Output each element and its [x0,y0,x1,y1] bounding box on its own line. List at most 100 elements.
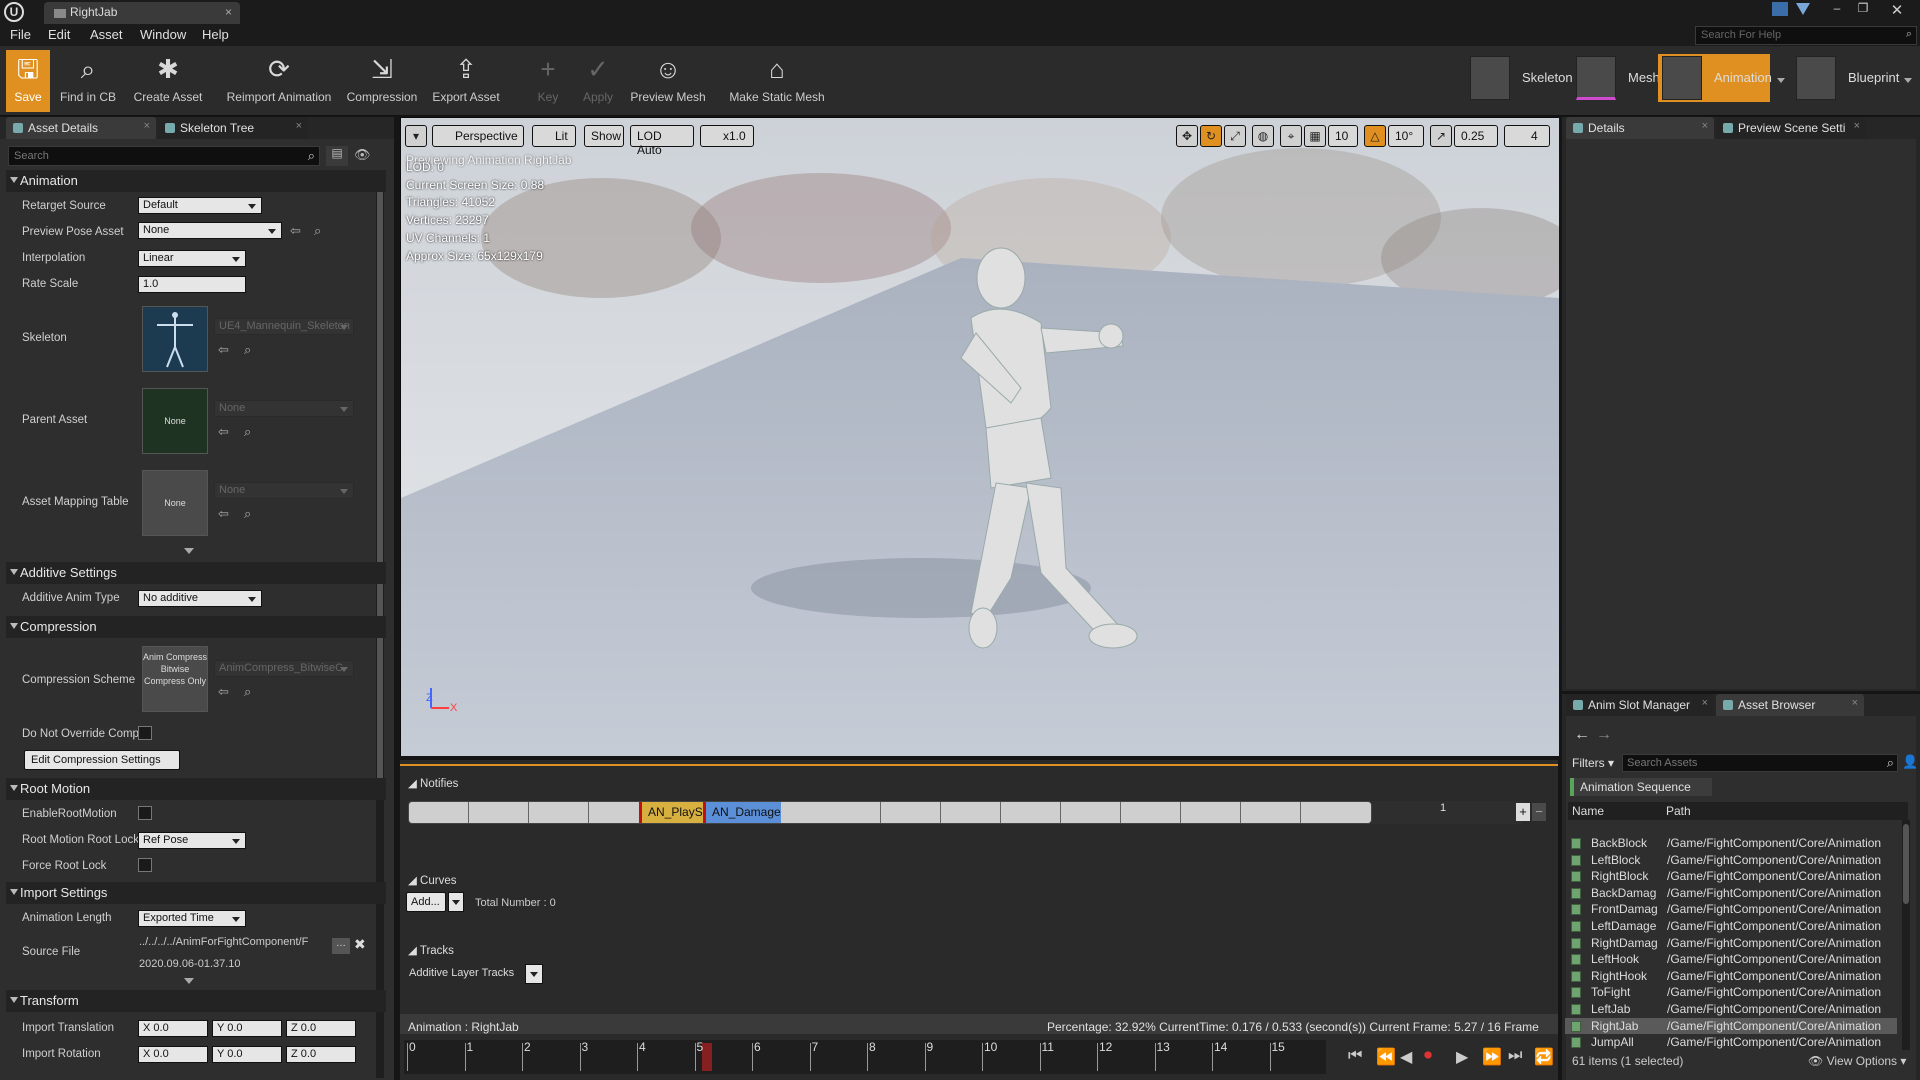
compression-scheme-combo[interactable]: AnimCompress_BitwiseC [214,660,354,677]
notification-icon[interactable] [1796,3,1810,15]
rotation-z-input[interactable]: Z 0.0 [286,1046,356,1063]
close-tab-icon[interactable]: × [225,5,232,19]
playback-speed-button[interactable]: x1.0 [700,125,754,147]
skeleton-mode-button[interactable]: Skeleton [1466,54,1573,102]
section-root-motion[interactable]: Root Motion [6,778,386,800]
close-tab-icon[interactable]: × [1702,697,1708,709]
reimport-animation-button[interactable]: ⟳ Reimport Animation [224,50,334,112]
preview-mesh-button[interactable]: ☺ Preview Mesh [628,50,708,112]
notify-play-sound[interactable]: AN_PlayS [639,802,703,823]
close-tab-icon[interactable]: × [1854,120,1860,132]
translation-x-input[interactable]: X 0.0 [138,1020,208,1037]
use-selected-arrow-icon[interactable]: ⇦ [218,342,229,358]
scale-tool-icon[interactable]: ⤢ [1224,125,1246,147]
play-forward-icon[interactable]: ▶ [1456,1047,1468,1067]
add-curve-dropdown[interactable] [448,892,464,912]
user-icon[interactable]: 👤 [1902,754,1918,770]
expand-import-icon[interactable] [184,978,194,984]
browse-icon[interactable]: ⌕ [314,223,321,239]
scrollbar-thumb[interactable] [377,172,383,782]
close-tab-icon[interactable]: × [296,120,302,132]
menu-window[interactable]: Window [140,27,186,42]
notify-segment[interactable] [1241,802,1301,823]
compression-scheme-thumbnail[interactable]: Anim Compress Bitwise Compress Only [142,646,208,712]
asset-row[interactable]: RightBlock/Game/FightComponent/Core/Anim… [1565,868,1897,885]
notify-segment[interactable] [469,802,529,823]
animation-length-combo[interactable]: Exported Time [138,910,246,927]
scrollbar-thumb[interactable] [1903,824,1909,904]
asset-row[interactable]: FrontDamag/Game/FightComponent/Core/Anim… [1565,901,1897,918]
mesh-mode-button[interactable]: Mesh [1572,54,1660,102]
retarget-source-combo[interactable]: Default [138,197,262,214]
loop-icon[interactable]: 🔁 [1534,1047,1554,1067]
tab-asset-details[interactable]: Asset Details × [6,117,156,139]
add-curve-button[interactable]: Add... [406,892,446,912]
asset-row[interactable]: BackDamag/Game/FightComponent/Core/Anima… [1565,885,1897,902]
close-tab-icon[interactable]: × [1702,120,1708,132]
help-search-input[interactable]: Search For Help ⌕ [1695,26,1917,45]
skip-to-start-icon[interactable]: ⏮ [1348,1047,1362,1065]
step-back-icon[interactable]: ⏪ [1376,1047,1396,1067]
search-assets-input[interactable]: Search Assets ⌕ [1622,754,1898,772]
enable-root-motion-checkbox[interactable] [138,806,152,820]
property-matrix-icon[interactable]: ▤ [326,146,348,166]
rotate-tool-icon[interactable]: ↻ [1200,125,1222,147]
rotation-y-input[interactable]: Y 0.0 [212,1046,282,1063]
notify-segment[interactable] [529,802,589,823]
notify-segment[interactable] [1061,802,1121,823]
tab-asset-browser[interactable]: Asset Browser × [1716,694,1864,716]
camera-speed-button[interactable]: 4 [1504,125,1550,147]
asset-mapping-thumbnail[interactable]: None [142,470,208,536]
notify-segment[interactable] [821,802,881,823]
view-options-button[interactable]: 👁 View Options ▾ [1808,1054,1906,1068]
column-path-header[interactable]: Path [1666,804,1691,818]
translate-tool-icon[interactable]: ✥ [1176,125,1198,147]
use-selected-arrow-icon[interactable]: ⇦ [218,424,229,440]
section-transform[interactable]: Transform [6,990,386,1012]
browse-icon[interactable]: ⌕ [244,342,251,358]
make-static-mesh-button[interactable]: ⌂ Make Static Mesh [726,50,828,112]
skip-to-end-icon[interactable]: ⏭ [1508,1047,1522,1065]
asset-mapping-combo[interactable]: None [214,482,354,499]
scale-snap-value[interactable]: 0.25 [1454,125,1498,147]
column-name-header[interactable]: Name [1572,804,1604,818]
use-selected-arrow-icon[interactable]: ⇦ [218,506,229,522]
additive-anim-type-combo[interactable]: No additive [138,590,262,607]
rotation-snap-value[interactable]: 10° [1388,125,1424,147]
force-root-lock-checkbox[interactable] [138,858,152,872]
notify-segment[interactable] [1301,802,1373,823]
surface-snap-icon[interactable]: ⌖ [1280,125,1302,147]
playhead-marker[interactable] [702,1043,712,1071]
section-import-settings[interactable]: Import Settings [6,882,386,904]
asset-row[interactable]: RightDamag/Game/FightComponent/Core/Anim… [1565,935,1897,952]
asset-row[interactable]: LeftHook/Game/FightComponent/Core/Animat… [1565,951,1897,968]
browse-file-button[interactable]: … [332,938,350,954]
section-compression[interactable]: Compression [6,616,386,638]
tab-details[interactable]: Details × [1566,117,1714,139]
parent-asset-combo[interactable]: None [214,400,354,417]
asset-row[interactable]: JumpAll/Game/FightComponent/Core/Animati… [1565,1034,1897,1051]
browse-icon[interactable]: ⌕ [244,424,251,440]
use-selected-arrow-icon[interactable]: ⇦ [218,684,229,700]
asset-row[interactable]: ToFight/Game/FightComponent/Core/Animati… [1565,984,1897,1001]
interpolation-combo[interactable]: Linear [138,250,246,267]
notify-segment[interactable] [1001,802,1061,823]
play-reverse-icon[interactable]: ◀ [1400,1047,1412,1067]
add-notify-track-button[interactable]: + [1516,803,1530,821]
clear-icon[interactable]: ✖ [354,936,366,953]
close-tab-icon[interactable]: × [144,120,150,132]
remove-notify-track-button[interactable]: − [1532,803,1546,821]
create-asset-button[interactable]: ✱ Create Asset [128,50,208,112]
parent-asset-thumbnail[interactable]: None [142,388,208,454]
notify-damage[interactable]: AN_Damage [703,802,781,823]
animation-mode-button[interactable]: Animation [1658,54,1772,102]
notify-segment[interactable] [1121,802,1181,823]
notify-segment[interactable] [409,802,469,823]
section-additive-settings[interactable]: Additive Settings [6,562,386,584]
close-tab-icon[interactable]: × [1852,697,1858,709]
viewport[interactable] [400,117,1581,756]
menu-asset[interactable]: Asset [90,27,123,42]
asset-list-scrollbar[interactable] [1902,820,1910,1050]
translation-z-input[interactable]: Z 0.0 [286,1020,356,1037]
asset-row[interactable]: RightJab/Game/FightComponent/Core/Animat… [1565,1017,1897,1035]
